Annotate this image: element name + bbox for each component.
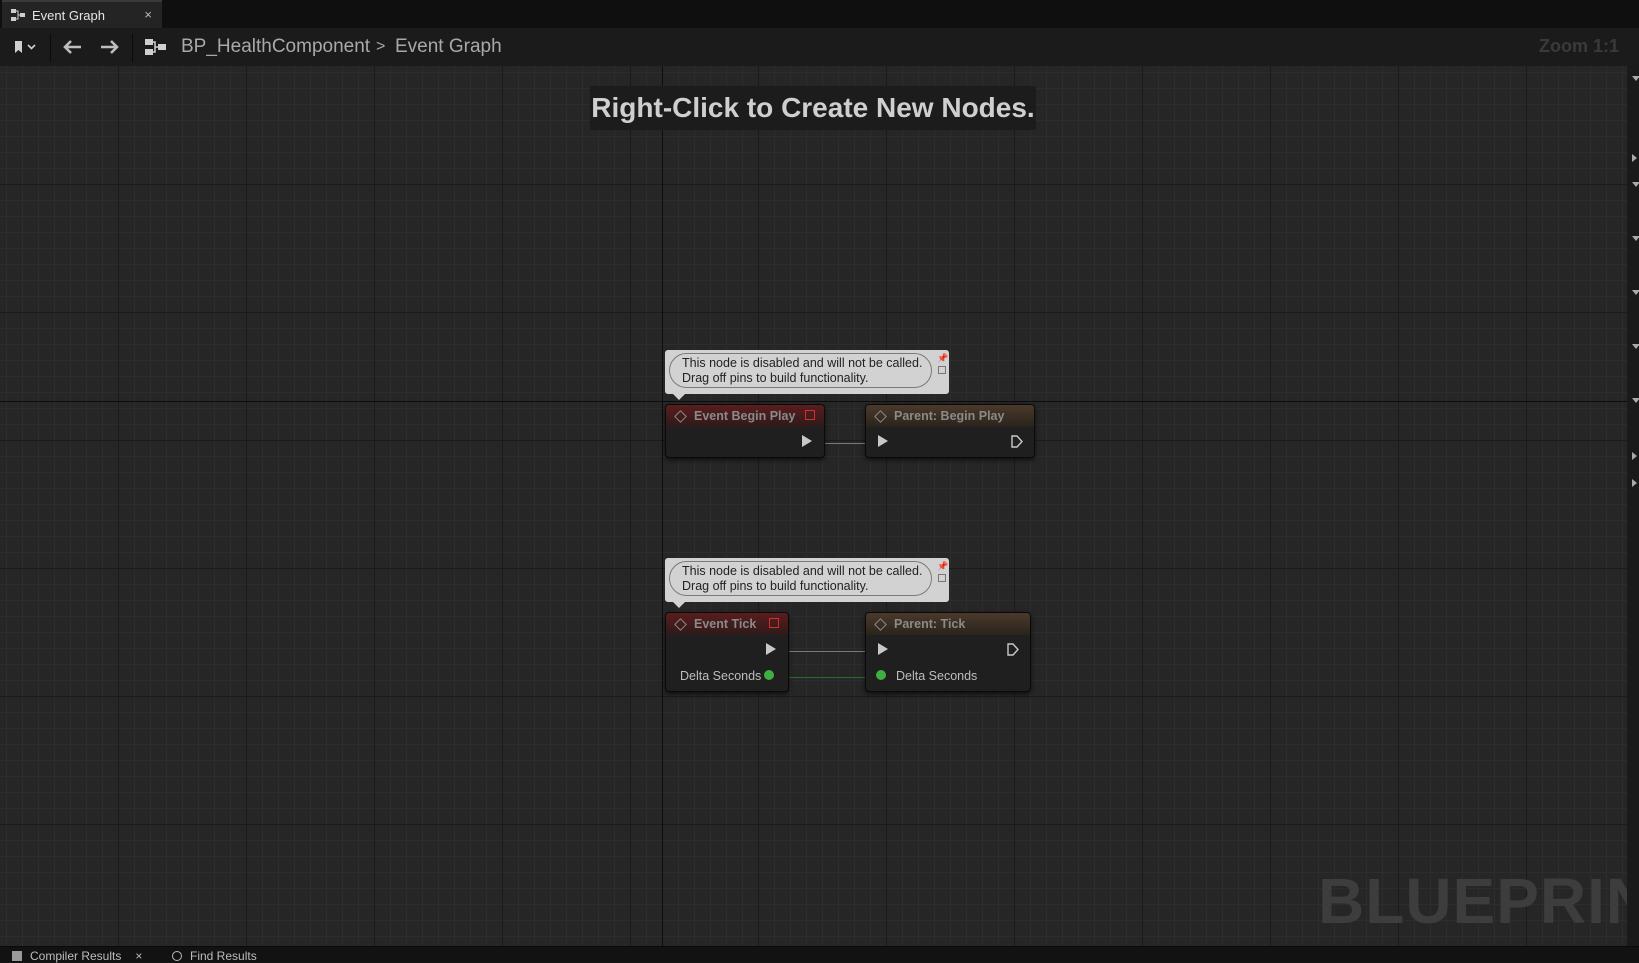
toolbar-divider bbox=[50, 34, 51, 62]
float-output-pin[interactable] bbox=[764, 670, 774, 680]
comment-toggle-icon[interactable] bbox=[938, 574, 946, 582]
back-button[interactable] bbox=[58, 34, 86, 60]
create-nodes-hint: Right-Click to Create New Nodes. bbox=[590, 86, 1036, 130]
comment-line: This node is disabled and will not be ca… bbox=[682, 564, 923, 578]
chevron-right-icon[interactable] bbox=[1632, 452, 1637, 460]
node-header: Parent: Begin Play bbox=[866, 405, 1034, 427]
node-title: Event Tick bbox=[694, 617, 757, 631]
pin-label: Delta Seconds bbox=[896, 669, 978, 683]
chevron-down-icon[interactable] bbox=[1632, 398, 1639, 403]
node-header: Parent: Tick bbox=[866, 613, 1030, 635]
exec-input-pin[interactable] bbox=[878, 435, 888, 447]
bookmark-icon bbox=[15, 41, 36, 53]
toolbar-divider bbox=[132, 34, 133, 62]
close-icon[interactable]: × bbox=[144, 7, 152, 22]
comment-toggle-icon[interactable] bbox=[938, 366, 946, 374]
comment-bubble: This node is disabled and will not be ca… bbox=[669, 353, 932, 388]
graph-toolbar: BP_HealthComponent > Event Graph Zoom 1:… bbox=[0, 28, 1639, 67]
pin-icon[interactable]: 📌 bbox=[937, 353, 948, 363]
exec-input-pin[interactable] bbox=[878, 643, 888, 655]
arrow-left-icon bbox=[63, 40, 81, 54]
chevron-down-icon[interactable] bbox=[1632, 236, 1639, 241]
arrow-right-icon bbox=[101, 40, 119, 54]
function-icon bbox=[874, 617, 887, 631]
function-icon bbox=[874, 409, 887, 423]
comment-tail bbox=[673, 602, 685, 608]
chevron-down-icon[interactable] bbox=[1632, 290, 1639, 295]
comment-tail bbox=[673, 394, 685, 400]
node-header: Event Begin Play bbox=[666, 405, 824, 427]
parent-begin-play-node[interactable]: Parent: Begin Play bbox=[865, 404, 1035, 458]
exec-output-pin[interactable] bbox=[1011, 435, 1023, 448]
node-title: Event Begin Play bbox=[694, 409, 796, 423]
parent-tick-node[interactable]: Parent: Tick Delta Seconds bbox=[865, 612, 1031, 692]
event-tick-node[interactable]: Event Tick Delta Seconds bbox=[665, 612, 789, 692]
details-panel-strip bbox=[1627, 66, 1639, 946]
event-begin-play-node[interactable]: Event Begin Play bbox=[665, 404, 825, 458]
exec-wire bbox=[780, 651, 868, 652]
disabled-node-comment: This node is disabled and will not be ca… bbox=[665, 350, 949, 400]
event-icon bbox=[674, 409, 687, 423]
event-icon bbox=[674, 617, 687, 631]
tab-event-graph[interactable]: Event Graph × bbox=[2, 0, 162, 28]
tab-label: Event Graph bbox=[32, 7, 105, 23]
zoom-level: Zoom 1:1 bbox=[1538, 36, 1619, 56]
comment-bubble: This node is disabled and will not be ca… bbox=[669, 561, 932, 596]
chevron-down-icon[interactable] bbox=[1632, 344, 1639, 349]
chevron-down-icon[interactable] bbox=[1632, 182, 1639, 187]
pin-label: Delta Seconds bbox=[680, 669, 762, 683]
breadcrumb-graph[interactable]: Event Graph bbox=[395, 36, 502, 58]
node-title: Parent: Begin Play bbox=[894, 409, 1005, 423]
comment-line: Drag off pins to build functionality. bbox=[682, 579, 869, 593]
chevron-right-icon[interactable] bbox=[1632, 154, 1637, 162]
compiler-results-icon bbox=[12, 951, 22, 961]
exec-output-pin[interactable] bbox=[1007, 643, 1019, 656]
float-input-pin[interactable] bbox=[876, 670, 886, 680]
document-tab-bar: Event Graph × bbox=[0, 0, 1639, 28]
chevron-down-icon[interactable] bbox=[1632, 76, 1639, 81]
node-title: Parent: Tick bbox=[894, 617, 966, 631]
comment-line: Drag off pins to build functionality. bbox=[682, 371, 869, 385]
breadcrumb-blueprint[interactable]: BP_HealthComponent bbox=[181, 36, 370, 58]
graph-icon bbox=[11, 9, 25, 21]
stop-icon bbox=[805, 410, 815, 420]
forward-button[interactable] bbox=[96, 34, 124, 60]
exec-output-pin[interactable] bbox=[766, 643, 776, 655]
graph-type-icon bbox=[142, 34, 168, 60]
graph-canvas[interactable]: Right-Click to Create New Nodes. This no… bbox=[0, 66, 1627, 946]
graph-origin-vertical-axis bbox=[662, 66, 663, 946]
blueprint-watermark: BLUEPRINT bbox=[1318, 865, 1627, 937]
exec-output-pin[interactable] bbox=[802, 435, 812, 447]
float-wire bbox=[780, 677, 868, 678]
bookmark-dropdown-button[interactable] bbox=[8, 34, 44, 60]
comment-line: This node is disabled and will not be ca… bbox=[682, 356, 923, 370]
chevron-right-icon[interactable] bbox=[1632, 479, 1637, 487]
graph-origin-horizontal-axis bbox=[0, 401, 1627, 402]
bottom-tab-bar: Compiler Results × Find Results bbox=[0, 946, 1639, 963]
stop-icon bbox=[769, 618, 779, 628]
search-icon bbox=[172, 951, 182, 961]
disabled-node-comment: This node is disabled and will not be ca… bbox=[665, 558, 949, 608]
node-header: Event Tick bbox=[666, 613, 788, 635]
breadcrumb-separator: > bbox=[376, 38, 386, 55]
pin-icon[interactable]: 📌 bbox=[937, 561, 948, 571]
